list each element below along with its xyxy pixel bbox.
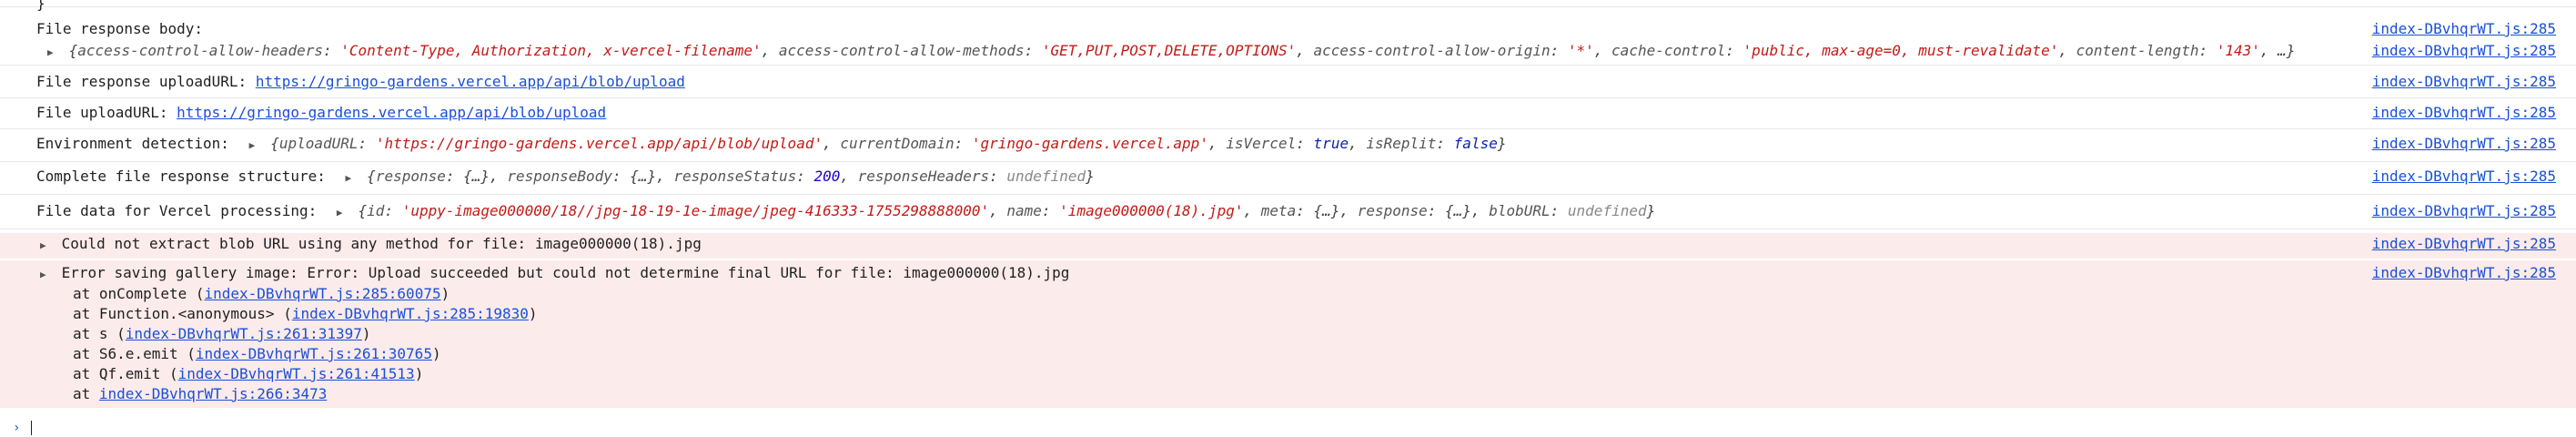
stack-frame: at onComplete (index-DBvhqrWT.js:285:600… <box>0 285 2576 305</box>
source-link[interactable]: index-DBvhqrWT.js:285 <box>2372 135 2556 152</box>
stack-frame-link[interactable]: index-DBvhqrWT.js:261:41513 <box>178 365 415 382</box>
source-link[interactable]: index-DBvhqrWT.js:285 <box>2372 42 2556 59</box>
log-label: Environment detection: <box>36 135 229 152</box>
log-label: File response uploadURL: <box>36 73 247 90</box>
object-preview: {access-control-allow-headers: 'Content-… <box>68 42 2296 59</box>
object-preview: {uploadURL: 'https://gringo-gardens.verc… <box>270 135 1507 152</box>
closing-brace: } <box>36 0 45 12</box>
stack-frame: at s (index-DBvhqrWT.js:261:31397) <box>0 325 2576 345</box>
log-file-response-body-object[interactable]: ▶ {access-control-allow-headers: 'Conten… <box>0 42 2576 66</box>
log-file-response-upload-url: File response uploadURL: https://gringo-… <box>0 73 2576 98</box>
source-link[interactable]: index-DBvhqrWT.js:285 <box>2372 104 2556 121</box>
log-label: File uploadURL: <box>36 104 168 121</box>
log-environment-detection[interactable]: Environment detection: ▶ {uploadURL: 'ht… <box>0 135 2576 162</box>
log-label: Complete file response structure: <box>36 168 326 185</box>
source-link[interactable]: index-DBvhqrWT.js:285 <box>2372 264 2556 281</box>
log-label: File data for Vercel processing: <box>36 202 318 219</box>
stack-frame: at S6.e.emit (index-DBvhqrWT.js:261:3076… <box>0 345 2576 365</box>
stack-frame-link[interactable]: index-DBvhqrWT.js:261:30765 <box>196 345 432 362</box>
expand-triangle-icon[interactable]: ▶ <box>47 46 60 58</box>
stack-frame-link[interactable]: index-DBvhqrWT.js:285:60075 <box>205 285 441 302</box>
stack-frame-link[interactable]: index-DBvhqrWT.js:285:19830 <box>292 305 529 322</box>
expand-triangle-icon[interactable]: ▶ <box>337 207 349 218</box>
object-preview: {id: 'uppy-image000000/18//jpg-18-19-1e-… <box>358 202 1656 219</box>
source-link[interactable]: index-DBvhqrWT.js:285 <box>2372 168 2556 185</box>
stack-frame-link[interactable]: index-DBvhqrWT.js:261:31397 <box>126 325 362 342</box>
stack-frame-link[interactable]: index-DBvhqrWT.js:266:3473 <box>99 385 327 402</box>
expand-triangle-icon[interactable]: ▶ <box>40 239 53 251</box>
source-link[interactable]: index-DBvhqrWT.js:285 <box>2372 202 2556 219</box>
expand-triangle-icon[interactable]: ▶ <box>249 139 262 151</box>
source-link[interactable]: index-DBvhqrWT.js:285 <box>2372 20 2556 37</box>
devtools-console: } File response body: index-DBvhqrWT.js:… <box>0 0 2576 437</box>
upload-url-link[interactable]: https://gringo-gardens.vercel.app/api/bl… <box>256 73 685 90</box>
console-prompt-icon: › <box>13 421 21 435</box>
object-preview: {response: {…}, responseBody: {…}, respo… <box>367 168 1095 185</box>
log-label: File response body: <box>36 20 204 37</box>
stack-frame: at Qf.emit (index-DBvhqrWT.js:261:41513) <box>0 365 2576 385</box>
console-fragment: } <box>0 0 2576 12</box>
log-error-gallery[interactable]: ▶ Error saving gallery image: Error: Upl… <box>0 264 2576 284</box>
log-file-upload-url: File uploadURL: https://gringo-gardens.v… <box>0 104 2576 129</box>
console-input[interactable] <box>31 421 32 435</box>
source-link[interactable]: index-DBvhqrWT.js:285 <box>2372 73 2556 90</box>
expand-triangle-icon[interactable]: ▶ <box>40 269 53 280</box>
stack-frame: at Function.<anonymous> (index-DBvhqrWT.… <box>0 305 2576 325</box>
expand-triangle-icon[interactable]: ▶ <box>346 172 359 184</box>
log-error-blob-url[interactable]: ▶ Could not extract blob URL using any m… <box>0 235 2576 257</box>
log-vercel-processing[interactable]: File data for Vercel processing: ▶ {id: … <box>0 202 2576 229</box>
upload-url-link[interactable]: https://gringo-gardens.vercel.app/api/bl… <box>177 104 606 121</box>
error-message: Error saving gallery image: Error: Uploa… <box>61 264 1070 281</box>
error-message: Could not extract blob URL using any met… <box>61 235 702 252</box>
log-complete-structure[interactable]: Complete file response structure: ▶ {res… <box>0 168 2576 195</box>
source-link[interactable]: index-DBvhqrWT.js:285 <box>2372 235 2556 252</box>
stack-frame: at index-DBvhqrWT.js:266:3473 <box>0 385 2576 405</box>
log-file-response-body: File response body: index-DBvhqrWT.js:28… <box>0 20 2576 38</box>
